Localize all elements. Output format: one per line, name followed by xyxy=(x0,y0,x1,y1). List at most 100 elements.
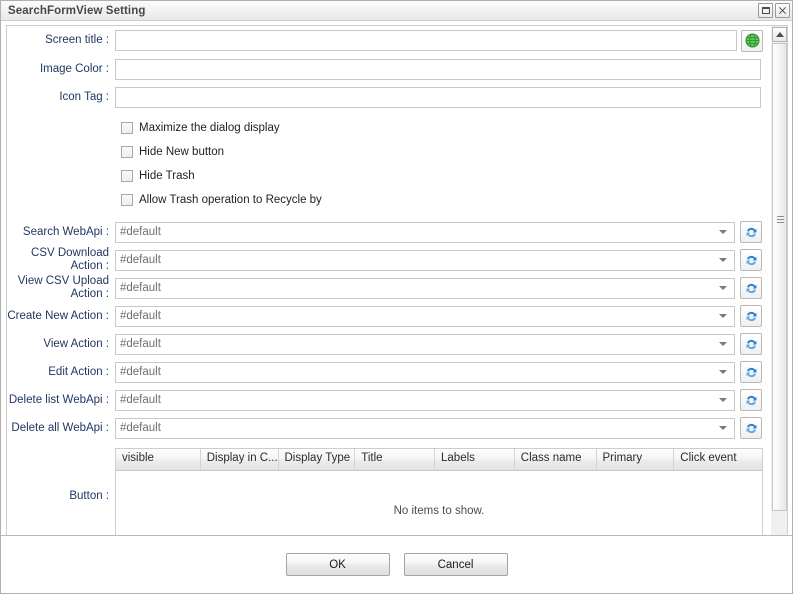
refresh-icon xyxy=(746,367,756,377)
checkbox-allow-trash-recycle[interactable] xyxy=(121,194,133,206)
refresh-button-view-csv-upload-action[interactable] xyxy=(740,277,762,299)
dialog-footer: OK Cancel xyxy=(1,535,792,593)
chevron-down-icon xyxy=(719,258,727,262)
select-create-new-action[interactable]: #default xyxy=(115,305,735,327)
vertical-scrollbar[interactable] xyxy=(771,25,788,552)
refresh-button-csv-download-action[interactable] xyxy=(740,249,762,271)
restore-button[interactable] xyxy=(758,3,773,18)
checkbox-label-maximize-dialog: Maximize the dialog display xyxy=(139,122,280,134)
select-row-search-webapi: Search WebApi : #default xyxy=(7,218,763,246)
ok-button[interactable]: OK xyxy=(285,553,390,576)
grid-column-header-visible[interactable]: visible xyxy=(116,449,201,470)
settings-content-frame: Screen title : Image Color : Icon Tag: … xyxy=(6,25,780,552)
checkbox-maximize-dialog[interactable] xyxy=(121,122,133,134)
grid-column-header-display-in-c[interactable]: Display in C... xyxy=(201,449,279,470)
grid-column-header-primary[interactable]: Primary xyxy=(597,449,675,470)
grid-column-header-class-name[interactable]: Class name xyxy=(515,449,597,470)
select-view-action[interactable]: #default xyxy=(115,333,735,355)
refresh-icon xyxy=(746,255,756,265)
chevron-down-icon xyxy=(719,314,727,318)
label-delete-all-webapi: Delete all WebApi : xyxy=(11,421,109,434)
select-view-csv-upload-action[interactable]: #default xyxy=(115,277,735,299)
refresh-button-edit-action[interactable] xyxy=(740,361,762,383)
label-create-new-action: Create New Action : xyxy=(7,309,109,322)
chevron-down-icon xyxy=(719,230,727,234)
select-edit-action[interactable]: #default xyxy=(115,361,735,383)
select-row-create-new-action: Create New Action : #default xyxy=(7,302,763,330)
chevron-down-icon xyxy=(719,370,727,374)
dialog-body: Screen title : Image Color : Icon Tag: … xyxy=(1,21,792,593)
refresh-icon xyxy=(746,311,756,321)
select-delete-all-webapi[interactable]: #default xyxy=(115,417,735,439)
select-value-view-action: #default xyxy=(120,338,161,350)
grid-column-header-title[interactable]: Title xyxy=(355,449,436,470)
select-csv-download-action[interactable]: #default xyxy=(115,249,735,271)
grid-column-header-labels[interactable]: Labels xyxy=(435,449,515,470)
close-button[interactable] xyxy=(775,3,790,18)
refresh-icon xyxy=(746,339,756,349)
cancel-button[interactable]: Cancel xyxy=(403,553,508,576)
grid-empty-message: No items to show. xyxy=(393,505,485,517)
select-row-delete-list-webapi: Delete list WebApi : #default xyxy=(7,386,763,414)
select-row-csv-download-action: CSV Download Action : #default xyxy=(7,246,763,274)
settings-form: Screen title : Image Color : Icon Tag: … xyxy=(7,26,763,543)
select-delete-list-webapi[interactable]: #default xyxy=(115,389,735,411)
checkbox-row-maximize-dialog[interactable]: Maximize the dialog display xyxy=(7,116,763,140)
grid-header-row: visible Display in C... Display Type Tit… xyxy=(116,449,762,471)
label-screen-title: Screen title : xyxy=(45,34,109,46)
refresh-button-delete-list-webapi[interactable] xyxy=(740,389,762,411)
restore-icon xyxy=(762,7,770,14)
scrollbar-thumb[interactable] xyxy=(772,43,787,511)
checkbox-row-hide-new-button[interactable]: Hide New button xyxy=(7,140,763,164)
globe-icon xyxy=(744,33,760,48)
select-value-search-webapi: #default xyxy=(120,226,161,238)
refresh-icon xyxy=(746,395,756,405)
label-csv-download-action: CSV Download Action : xyxy=(31,247,109,272)
label-icon-tag: Icon Tag : xyxy=(59,90,109,103)
select-value-csv-download-action: #default xyxy=(120,254,161,266)
select-row-delete-all-webapi: Delete all WebApi : #default xyxy=(7,414,763,442)
select-value-create-new-action: #default xyxy=(120,310,161,322)
icon-tag-input[interactable] xyxy=(115,86,761,108)
checkbox-row-allow-trash-recycle[interactable]: Allow Trash operation to Recycle by xyxy=(7,188,763,212)
chevron-down-icon xyxy=(719,426,727,430)
chevron-down-icon xyxy=(719,286,727,290)
checkbox-label-allow-trash-recycle: Allow Trash operation to Recycle by xyxy=(139,194,322,206)
select-row-edit-action: Edit Action : #default xyxy=(7,358,763,386)
refresh-button-view-action[interactable] xyxy=(740,333,762,355)
refresh-button-delete-all-webapi[interactable] xyxy=(740,417,762,439)
label-button-grid: Button : xyxy=(69,489,109,502)
triangle-up-icon xyxy=(775,32,784,37)
grid-row-button: Button : visible Display in C... Display… xyxy=(7,448,763,543)
select-value-edit-action: #default xyxy=(120,366,161,378)
grid-column-header-display-type[interactable]: Display Type xyxy=(279,449,356,470)
label-view-action: View Action : xyxy=(43,337,109,350)
checkbox-row-hide-trash[interactable]: Hide Trash xyxy=(7,164,763,188)
label-search-webapi: Search WebApi : xyxy=(22,225,109,238)
scrollbar-grip-icon xyxy=(777,216,784,225)
label-delete-list-webapi: Delete list WebApi : xyxy=(8,393,109,406)
grid-column-header-click-event[interactable]: Click event xyxy=(674,449,762,470)
checkbox-label-hide-new-button: Hide New button xyxy=(139,146,225,158)
select-value-view-csv-upload-action: #default xyxy=(120,282,161,294)
field-row-image-color: Image Color : xyxy=(7,55,763,83)
chevron-down-icon xyxy=(719,398,727,402)
title-bar: SearchFormView Setting xyxy=(1,1,792,21)
refresh-button-create-new-action[interactable] xyxy=(740,305,762,327)
image-color-input[interactable] xyxy=(115,58,761,80)
scrollbar-up-button[interactable] xyxy=(772,27,787,42)
screen-title-input[interactable] xyxy=(115,30,737,51)
checkbox-label-hide-trash: Hide Trash xyxy=(139,170,195,182)
window-title: SearchFormView Setting xyxy=(8,4,146,17)
checkbox-hide-new-button[interactable] xyxy=(121,146,133,158)
label-edit-action: Edit Action : xyxy=(48,365,109,378)
refresh-icon xyxy=(746,283,756,293)
refresh-icon xyxy=(746,423,756,433)
select-search-webapi[interactable]: #default xyxy=(115,221,735,243)
globe-button[interactable] xyxy=(741,29,763,52)
dialog-window: SearchFormView Setting Screen title : Im… xyxy=(0,0,793,594)
label-view-csv-upload-action: View CSV Upload Action : xyxy=(17,275,109,300)
checkbox-hide-trash[interactable] xyxy=(121,170,133,182)
refresh-button-search-webapi[interactable] xyxy=(740,221,762,243)
button-grid: visible Display in C... Display Type Tit… xyxy=(115,448,763,543)
